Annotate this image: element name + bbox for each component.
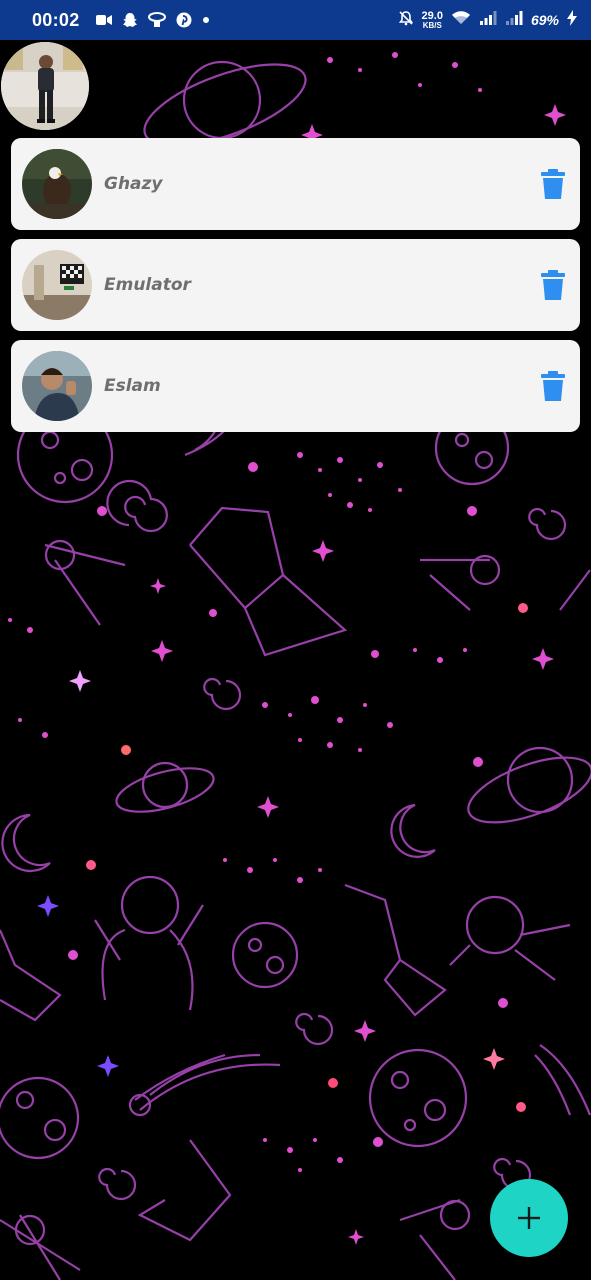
system-icons: 29.0 KB/S 69% [398, 10, 577, 30]
trash-icon[interactable] [540, 169, 566, 199]
dot-icon [202, 16, 210, 24]
contact-card[interactable]: Ghazy [11, 138, 580, 230]
vpn-icon [147, 12, 166, 28]
plus-icon [518, 1207, 540, 1229]
status-bar: 00:02 29.0 KB/S 69% [0, 0, 591, 40]
status-time: 00:02 [32, 9, 80, 30]
profile-avatar[interactable] [1, 42, 90, 174]
battery-charging-icon [567, 10, 577, 30]
contact-name: Ghazy [104, 174, 163, 194]
network-speed: 29.0 KB/S [421, 9, 443, 30]
add-contact-fab[interactable] [490, 1179, 568, 1257]
trash-icon[interactable] [540, 371, 566, 401]
trash-icon[interactable] [540, 270, 566, 300]
contact-avatar [22, 351, 92, 421]
signal-icon [479, 10, 497, 30]
video-camera-icon [95, 14, 112, 26]
contact-avatar [22, 250, 92, 320]
contact-name: Emulator [104, 275, 191, 295]
network-speed-value: 29.0 [421, 9, 443, 22]
contact-list: Ghazy Emulator Eslam [11, 138, 580, 441]
wifi-icon [451, 10, 471, 30]
network-speed-unit: KB/S [422, 20, 442, 30]
contact-card[interactable]: Emulator [11, 239, 580, 331]
snapchat-icon [122, 12, 138, 28]
battery-percent: 69% [530, 12, 559, 28]
bell-off-icon [398, 10, 414, 30]
pinterest-icon [176, 12, 192, 28]
signal-icon [505, 10, 523, 30]
contact-name: Eslam [104, 376, 161, 396]
contact-card[interactable]: Eslam [11, 340, 580, 432]
contact-avatar [22, 149, 92, 219]
profile-photo [1, 42, 89, 130]
notification-icons [95, 12, 210, 28]
